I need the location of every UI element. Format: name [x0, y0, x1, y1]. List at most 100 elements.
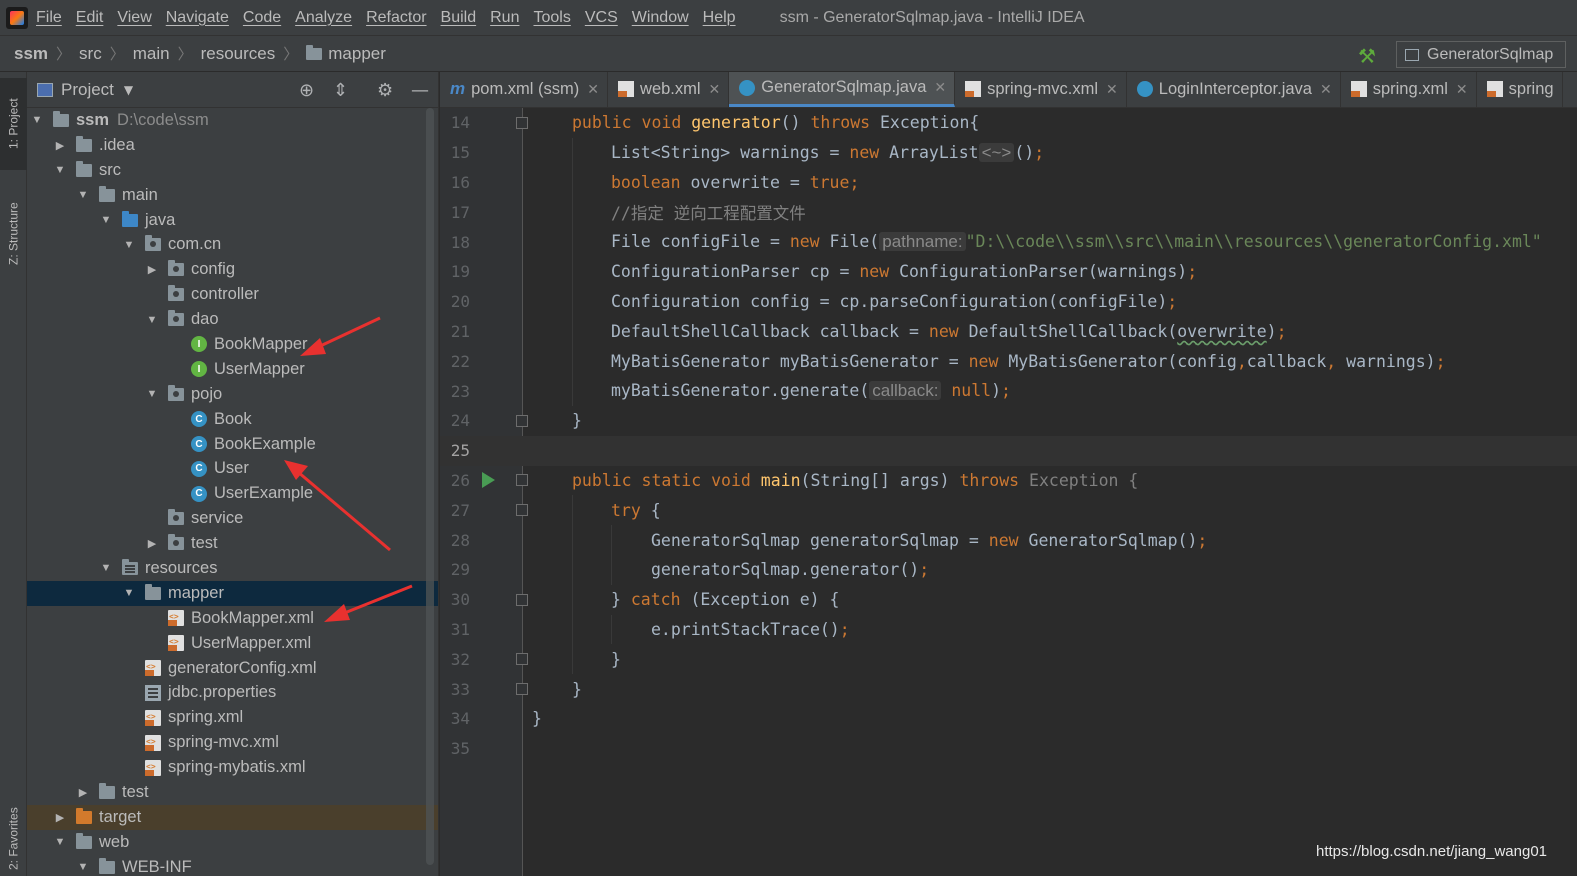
expanded-arrow-icon[interactable]: ▼	[31, 114, 43, 126]
tree-item-usermapper[interactable]: I UserMapper	[27, 357, 438, 382]
collapsed-arrow-icon[interactable]: ▶	[54, 139, 66, 152]
expanded-arrow-icon[interactable]: ▼	[54, 836, 66, 848]
tree-item-jdbc-properties[interactable]: jdbc.properties	[27, 680, 438, 705]
tree-item-java[interactable]: ▼ java	[27, 208, 438, 233]
run-configuration-selector[interactable]: GeneratorSqlmap	[1396, 41, 1566, 68]
tab-spring-overflow[interactable]: spring	[1477, 72, 1563, 107]
favorites-tool-button[interactable]: 2: Favorites	[0, 802, 27, 876]
menu-view[interactable]: View	[117, 9, 151, 27]
tree-item-main[interactable]: ▼ main	[27, 183, 438, 208]
breadcrumb-ssm[interactable]: ssm	[14, 44, 48, 64]
tree-item-src[interactable]: ▼ src	[27, 158, 438, 183]
menu-file[interactable]: File	[36, 9, 62, 27]
tree-item-spring-xml[interactable]: spring.xml	[27, 705, 438, 730]
menu-build[interactable]: Build	[441, 9, 477, 27]
tree-item-resources[interactable]: ▼ resources	[27, 556, 438, 581]
tab-spring-xml[interactable]: spring.xml ✕	[1341, 72, 1477, 107]
tree-item-book[interactable]: C Book	[27, 407, 438, 432]
menu-vcs[interactable]: VCS	[585, 9, 618, 27]
tree-item-test-folder[interactable]: ▶ test	[27, 780, 438, 805]
run-gutter-icon[interactable]	[482, 472, 495, 489]
tree-scrollbar[interactable]	[426, 108, 434, 865]
fold-icon[interactable]	[516, 504, 528, 517]
close-icon[interactable]: ✕	[934, 79, 946, 96]
code-area[interactable]: 14 public void generator() throws Except…	[440, 108, 1577, 764]
tree-item-bookexample[interactable]: C BookExample	[27, 432, 438, 457]
tree-item-userexample[interactable]: C UserExample	[27, 481, 438, 506]
expanded-arrow-icon[interactable]: ▼	[100, 562, 112, 574]
tree-item-bookmapper-xml[interactable]: BookMapper.xml	[27, 606, 438, 631]
tree-item-service[interactable]: service	[27, 506, 438, 531]
tree-item-config[interactable]: ▶ config	[27, 257, 438, 282]
tree-item-bookmapper[interactable]: I BookMapper	[27, 332, 438, 357]
fold-icon[interactable]	[516, 414, 528, 427]
project-tool-button[interactable]: 1: Project	[0, 78, 27, 170]
tree-item-target[interactable]: ▶ target	[27, 804, 438, 830]
tree-item-spring-mybatis-xml[interactable]: spring-mybatis.xml	[27, 755, 438, 780]
tree-item-controller[interactable]: controller	[27, 282, 438, 307]
menu-refactor[interactable]: Refactor	[366, 9, 426, 27]
close-icon[interactable]: ✕	[1456, 81, 1468, 98]
collapsed-arrow-icon[interactable]: ▶	[146, 263, 158, 276]
collapsed-arrow-icon[interactable]: ▶	[77, 786, 89, 799]
close-icon[interactable]: ✕	[709, 81, 721, 98]
tree-item-dao[interactable]: ▼ dao	[27, 307, 438, 332]
tree-item-spring-mvc-xml[interactable]: spring-mvc.xml	[27, 730, 438, 755]
expanded-arrow-icon[interactable]: ▼	[146, 388, 158, 400]
expanded-arrow-icon[interactable]: ▼	[77, 189, 89, 201]
collapse-all-icon[interactable]: ⇕	[333, 80, 348, 101]
tree-item-mapper[interactable]: ▼ mapper	[27, 580, 438, 606]
fold-icon[interactable]	[516, 653, 528, 666]
menu-window[interactable]: Window	[632, 9, 689, 27]
tree-item-user[interactable]: C User	[27, 456, 438, 481]
tab-logininterceptor-java[interactable]: LoginInterceptor.java ✕	[1127, 72, 1341, 107]
tree-item-label: dao	[191, 310, 219, 329]
expanded-arrow-icon[interactable]: ▼	[123, 587, 135, 599]
expanded-arrow-icon[interactable]: ▼	[123, 239, 135, 251]
tree-item-ssm[interactable]: ▼ ssm D:\code\ssm	[27, 108, 438, 133]
collapsed-arrow-icon[interactable]: ▶	[54, 811, 66, 824]
menu-tools[interactable]: Tools	[533, 9, 570, 27]
tab-pom-xml[interactable]: m pom.xml (ssm) ✕	[440, 72, 609, 107]
gear-icon[interactable]: ⚙	[377, 80, 393, 101]
close-icon[interactable]: ✕	[1106, 81, 1118, 98]
tree-item-test-package[interactable]: ▶ test	[27, 531, 438, 556]
tree-item-com-cn[interactable]: ▼ com.cn	[27, 232, 438, 257]
fold-icon[interactable]	[516, 683, 528, 696]
fold-icon[interactable]	[516, 474, 528, 487]
structure-tool-button[interactable]: Z: Structure	[0, 184, 27, 284]
tree-item-web[interactable]: ▼ web	[27, 830, 438, 855]
collapsed-arrow-icon[interactable]: ▶	[146, 537, 158, 550]
expanded-arrow-icon[interactable]: ▼	[100, 214, 112, 226]
build-hammer-icon[interactable]: ⚒	[1358, 44, 1376, 68]
tree-item-generatorconfig-xml[interactable]: generatorConfig.xml	[27, 656, 438, 681]
close-icon[interactable]: ✕	[1320, 81, 1332, 98]
hide-panel-icon[interactable]: —	[411, 80, 429, 101]
breadcrumb-src[interactable]: src	[79, 44, 102, 64]
tab-web-xml[interactable]: web.xml ✕	[608, 72, 730, 107]
tree-item-idea[interactable]: ▶ .idea	[27, 133, 438, 158]
tree-item-pojo[interactable]: ▼ pojo	[27, 382, 438, 407]
tree-item-web-inf[interactable]: ▼ WEB-INF	[27, 855, 438, 876]
fold-icon[interactable]	[516, 593, 528, 606]
fold-icon[interactable]	[516, 116, 528, 129]
expanded-arrow-icon[interactable]: ▼	[77, 861, 89, 873]
breadcrumb-resources[interactable]: resources	[201, 44, 276, 64]
tab-generatorsqlmap-java[interactable]: GeneratorSqlmap.java ✕	[729, 72, 956, 107]
expanded-arrow-icon[interactable]: ▼	[54, 164, 66, 176]
breadcrumb-main[interactable]: main	[133, 44, 170, 64]
menu-code[interactable]: Code	[243, 9, 281, 27]
breadcrumb-mapper[interactable]: mapper	[328, 44, 386, 64]
expanded-arrow-icon[interactable]: ▼	[146, 314, 158, 326]
project-view-selector[interactable]: Project	[61, 80, 114, 100]
menu-analyze[interactable]: Analyze	[295, 9, 352, 27]
menu-run[interactable]: Run	[490, 9, 519, 27]
locate-file-icon[interactable]: ⊕	[299, 80, 314, 101]
tab-spring-mvc-xml[interactable]: spring-mvc.xml ✕	[955, 72, 1127, 107]
menu-help[interactable]: Help	[703, 9, 736, 27]
menu-navigate[interactable]: Navigate	[166, 9, 229, 27]
tree-item-usermapper-xml[interactable]: UserMapper.xml	[27, 631, 438, 656]
close-icon[interactable]: ✕	[587, 81, 599, 98]
chevron-down-icon[interactable]: ▼	[124, 83, 133, 97]
menu-edit[interactable]: Edit	[76, 9, 104, 27]
